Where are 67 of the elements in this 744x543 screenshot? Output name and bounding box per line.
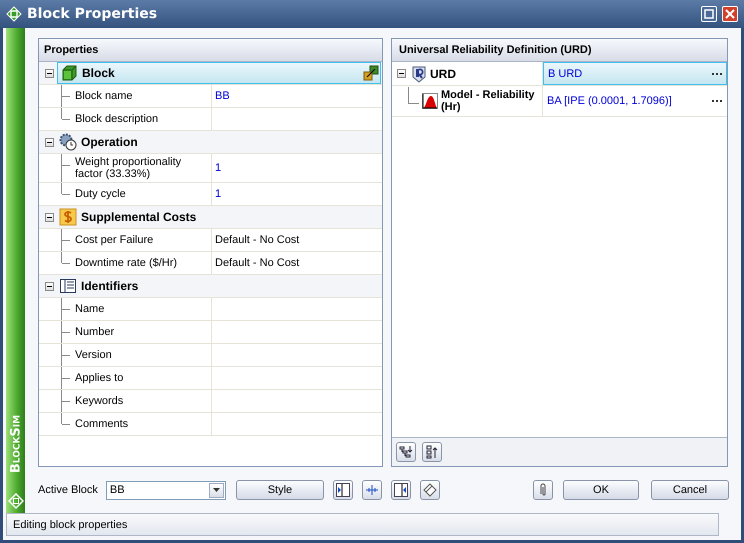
brand-logo-icon: [8, 493, 24, 509]
property-value[interactable]: Default - No Cost: [215, 234, 300, 246]
property-value[interactable]: Default - No Cost: [215, 257, 300, 269]
property-value[interactable]: 1: [215, 162, 222, 174]
tree-up-icon: [425, 445, 439, 459]
center-align-icon: [364, 483, 379, 497]
active-block-label: Active Block: [38, 484, 98, 496]
collapse-icon[interactable]: [44, 68, 54, 78]
tree-label: URD: [430, 66, 456, 80]
property-name: Name: [75, 303, 104, 315]
panel-header: Universal Reliability Definition (URD): [392, 39, 727, 62]
close-button[interactable]: [722, 6, 738, 22]
caret-icon: [212, 488, 220, 492]
brand-label: BlockSim: [8, 414, 23, 474]
link-blocks-icon[interactable]: [363, 65, 379, 81]
property-name: Duty cycle: [75, 188, 126, 200]
previous-block-button[interactable]: [332, 480, 353, 500]
distribution-chart-icon: [422, 93, 438, 109]
property-name: Cost per Failure: [75, 234, 154, 246]
panel-header: Properties: [39, 39, 382, 62]
collapse-icon[interactable]: [396, 69, 406, 78]
property-name: Weight proportionality factor (33.33%): [75, 156, 182, 180]
cancel-button[interactable]: Cancel: [651, 480, 729, 500]
property-name: Downtime rate ($/Hr): [75, 257, 178, 269]
right-edge-icon: [394, 483, 408, 497]
r-badge-icon: [411, 64, 427, 82]
active-block-dropdown[interactable]: BB: [106, 480, 226, 500]
split-button[interactable]: [362, 480, 382, 500]
category-row[interactable]: Block: [57, 62, 381, 84]
rotate-button[interactable]: [420, 480, 440, 500]
property-name: Applies to: [75, 372, 124, 384]
collapse-icon[interactable]: [44, 212, 54, 222]
property-name: Keywords: [75, 395, 124, 407]
expand-all-button[interactable]: [396, 442, 416, 462]
diamond-icon: [422, 483, 437, 497]
tree-line: [408, 86, 419, 104]
window-title: Block Properties: [27, 6, 158, 22]
style-button[interactable]: Style: [236, 480, 324, 500]
collapse-all-button[interactable]: [422, 442, 442, 462]
category-label: Supplemental Costs: [81, 210, 196, 224]
property-value[interactable]: 1: [215, 188, 222, 200]
status-bar: Editing block properties: [6, 513, 719, 536]
ok-button[interactable]: OK: [563, 480, 639, 500]
tree-label: Model - Reliability (Hr): [441, 89, 536, 113]
property-name: Block description: [75, 113, 158, 125]
more-button[interactable]: [710, 98, 724, 104]
collapse-icon[interactable]: [44, 282, 54, 290]
maximize-button[interactable]: [701, 6, 717, 22]
attachment-button[interactable]: [533, 480, 553, 500]
property-name: Number: [75, 326, 114, 338]
next-block-button[interactable]: [390, 480, 411, 500]
category-label: Operation: [81, 135, 138, 149]
cube-icon: [60, 64, 78, 82]
property-name: Comments: [75, 418, 128, 430]
more-button[interactable]: [710, 70, 724, 76]
app-logo-icon: [6, 6, 22, 22]
property-value[interactable]: BB: [215, 90, 230, 102]
left-edge-icon: [336, 483, 350, 497]
tree-down-icon: [399, 445, 413, 459]
property-name: Block name: [75, 90, 132, 102]
urd-value-field[interactable]: B URD: [543, 62, 727, 85]
urd-value-field[interactable]: BA [IPE (0.0001, 1.7096)]: [543, 87, 726, 115]
category-label: Identifiers: [81, 279, 138, 293]
dollar-icon: [59, 208, 77, 226]
property-name: Version: [75, 349, 112, 361]
category-label: Block: [82, 66, 115, 80]
collapse-icon[interactable]: [44, 138, 54, 146]
